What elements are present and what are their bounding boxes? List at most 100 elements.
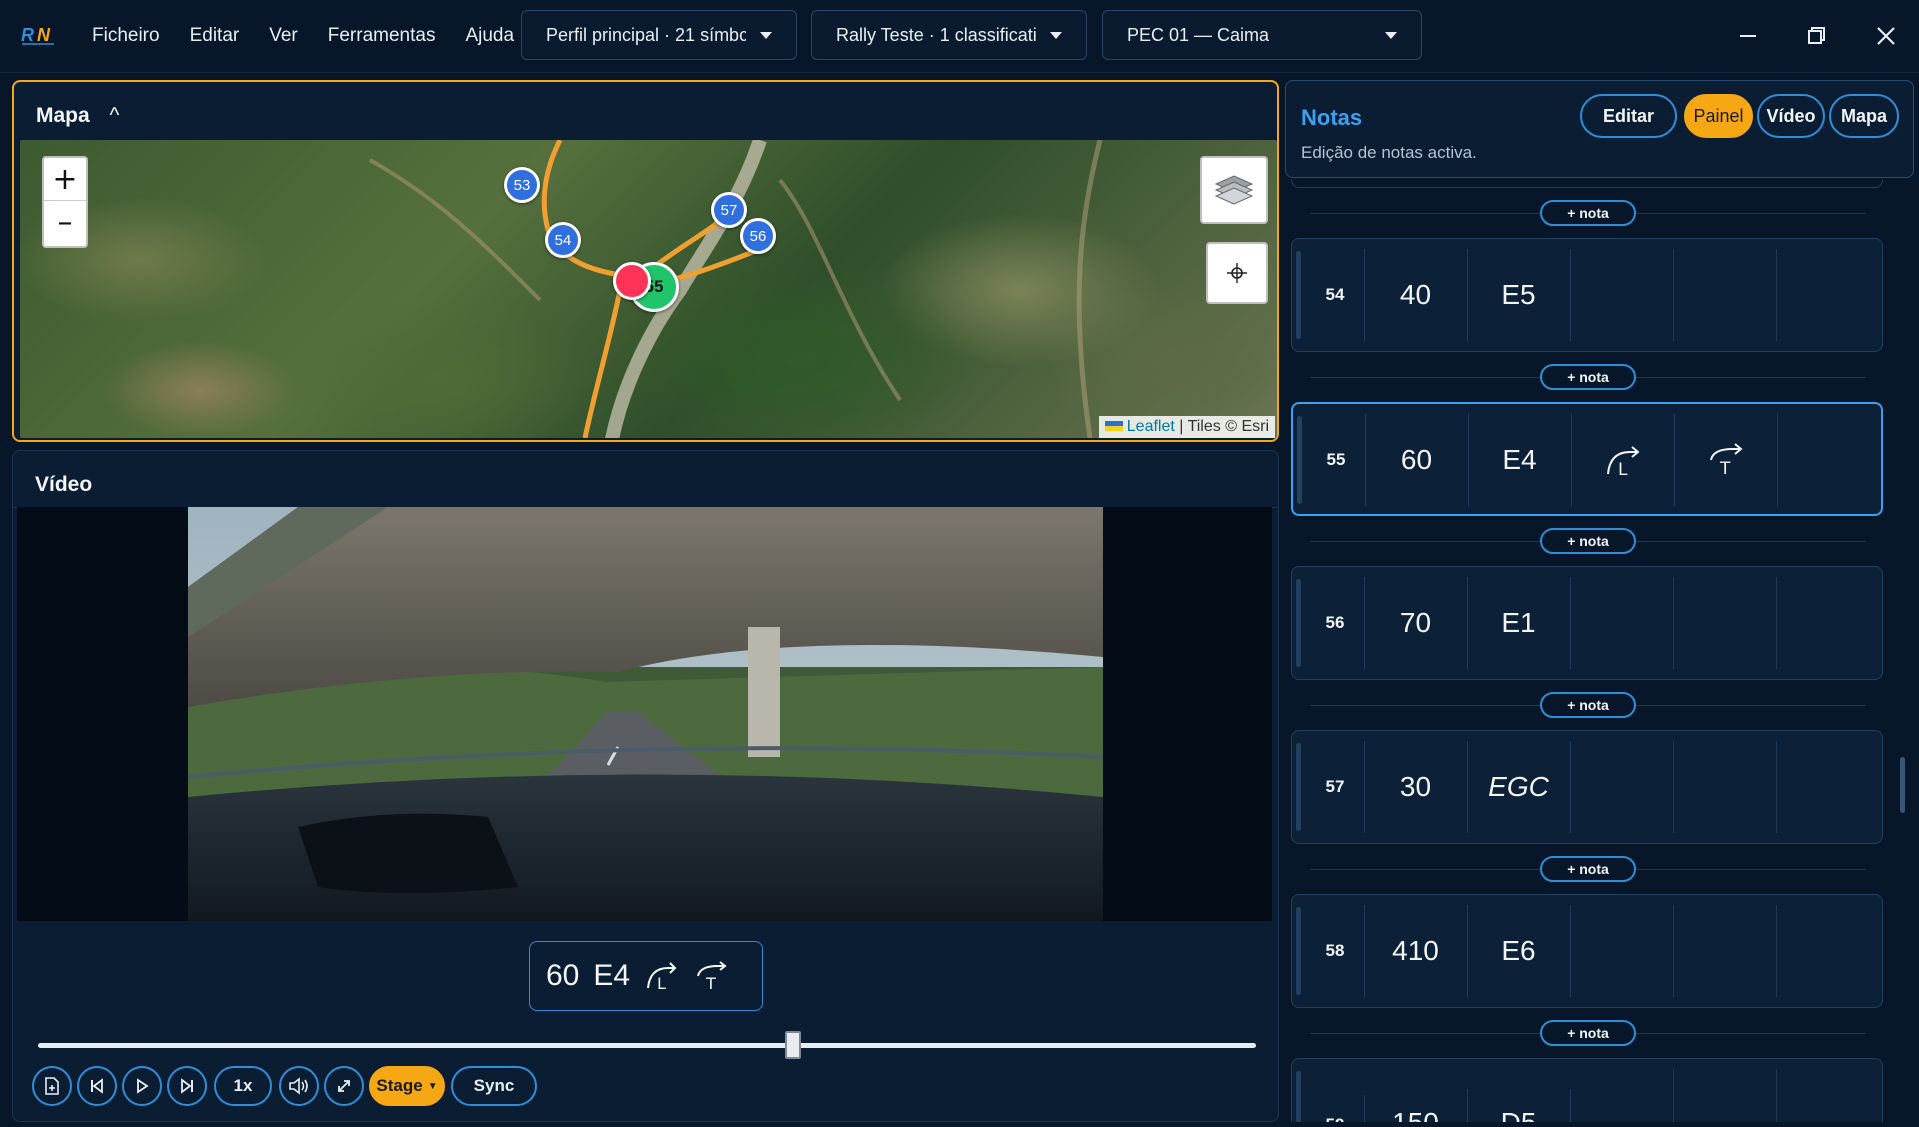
menu-ficheiro[interactable]: Ficheiro [92,25,160,47]
video-player[interactable] [17,507,1272,921]
drag-handle[interactable] [1296,907,1301,995]
layers-button[interactable] [1200,156,1268,224]
add-note-button[interactable]: + nota [1540,1020,1636,1046]
note-card-56[interactable]: 56 70 E1 [1291,566,1883,680]
file-add-icon [45,1077,59,1095]
map-marker-56[interactable]: 56 [740,218,776,254]
add-note-button[interactable]: + nota [1540,692,1636,718]
add-note-button[interactable]: + nota [1540,200,1636,226]
note-card-54[interactable]: 54 40 E5 [1291,238,1883,352]
previous-note-button[interactable] [77,1066,117,1106]
play-button[interactable] [122,1066,162,1106]
zoom-in-button[interactable]: + [44,158,86,201]
svg-text:L: L [657,974,666,992]
play-icon [137,1078,149,1094]
note-slot[interactable] [1776,905,1879,997]
close-icon[interactable] [1868,18,1904,54]
map-marker-54[interactable]: 54 [545,222,581,258]
note-slot[interactable] [1673,1069,1777,1122]
note-speed[interactable]: 30 [1364,741,1468,833]
add-note-button[interactable]: + nota [1540,364,1636,390]
note-speed[interactable]: 60 [1365,414,1469,506]
note-code[interactable]: E1 [1467,577,1571,669]
tab-editar[interactable]: Editar [1580,94,1677,138]
menu-editar[interactable]: Editar [190,25,240,47]
drag-handle[interactable] [1296,743,1301,831]
minimize-icon[interactable] [1730,18,1766,54]
fullscreen-button[interactable] [324,1066,364,1106]
map-marker-53[interactable]: 53 [504,167,540,203]
leaflet-link[interactable]: Leaflet [1127,418,1175,435]
restore-icon[interactable] [1798,18,1834,54]
note-slot[interactable] [1776,741,1879,833]
video-progress-knob[interactable] [785,1031,802,1059]
note-card-59[interactable]: 59 150 D5 [1291,1058,1883,1122]
tab-painel[interactable]: Painel [1684,94,1753,138]
note-slot[interactable] [1673,577,1777,669]
map-marker-57[interactable]: 57 [711,192,747,228]
menu-ferramentas[interactable]: Ferramentas [328,25,436,47]
video-progress-slider[interactable] [38,1031,1256,1059]
note-speed[interactable]: 70 [1364,577,1468,669]
zoom-out-button[interactable]: – [44,201,86,243]
chevron-down-icon [760,31,772,39]
map-title: Mapa ^ [36,104,119,128]
note-slot[interactable] [1570,577,1674,669]
note-slot[interactable] [1776,249,1879,341]
add-note-button[interactable]: + nota [1540,856,1636,882]
volume-button[interactable] [279,1066,319,1106]
locate-button[interactable] [1206,242,1268,304]
profile-select[interactable]: Perfil principal · 21 símbc [521,10,797,60]
map-attribution: Leaflet | Tiles © Esri [1098,416,1275,438]
note-speed[interactable]: 410 [1364,905,1468,997]
note-code[interactable]: E4 [1468,414,1572,506]
tab-mapa[interactable]: Mapa [1829,94,1899,138]
note-card-58[interactable]: 58 410 E6 [1291,894,1883,1008]
note-code[interactable]: D5 [1467,1089,1571,1122]
note-slot[interactable] [1673,741,1777,833]
playback-speed-button[interactable]: 1x [214,1066,272,1106]
video-title: Vídeo [35,473,93,496]
map-view[interactable]: + – 53 54 55 56 57 Leaflet | Tiles © Esr… [20,140,1277,438]
note-slot[interactable] [1776,1069,1879,1122]
note-slot[interactable]: T [1674,414,1778,506]
drag-handle[interactable] [1296,579,1301,667]
note-slot[interactable] [1570,249,1674,341]
previous-card-edge [1291,180,1883,188]
note-speed[interactable]: 40 [1364,249,1468,341]
note-speed[interactable]: 150 [1364,1089,1468,1122]
note-code[interactable]: EGC [1467,741,1571,833]
notes-scrollbar[interactable] [1900,757,1905,813]
note-slot[interactable] [1570,1069,1674,1122]
collapse-toggle[interactable]: ^ [110,104,120,127]
note-slot[interactable]: L [1571,414,1675,506]
chevron-down-icon: ▼ [427,1080,438,1092]
note-code[interactable]: E6 [1467,905,1571,997]
note-slot[interactable] [1777,414,1880,506]
note-slot[interactable] [1570,741,1674,833]
notes-subtitle: Edição de notas activa. [1301,143,1477,162]
expand-icon [338,1080,350,1092]
tab-video[interactable]: Vídeo [1757,94,1825,138]
menu-ver[interactable]: Ver [269,25,298,47]
stage-select[interactable]: PEC 01 — Caima [1102,10,1422,60]
note-slot[interactable] [1776,577,1879,669]
note-slot[interactable] [1673,249,1777,341]
stage-mode-button[interactable]: Stage ▼ [369,1066,445,1106]
menu-ajuda[interactable]: Ajuda [465,25,514,47]
drag-handle[interactable] [1297,416,1302,504]
next-note-button[interactable] [167,1066,207,1106]
map-panel: Mapa ^ + – 53 54 55 56 57 Leaflet | Tile… [12,80,1279,442]
add-note-button[interactable]: + nota [1540,528,1636,554]
sync-button[interactable]: Sync [451,1066,537,1106]
note-card-55[interactable]: 55 60 E4 L T [1291,402,1883,516]
drag-handle[interactable] [1296,1071,1301,1122]
note-slot[interactable] [1570,905,1674,997]
drag-handle[interactable] [1296,251,1301,339]
note-slot[interactable] [1673,905,1777,997]
note-card-57[interactable]: 57 30 EGC [1291,730,1883,844]
load-file-button[interactable] [32,1066,72,1106]
rally-select[interactable]: Rally Teste · 1 classificativ [811,10,1087,60]
note-code[interactable]: E5 [1467,249,1571,341]
svg-text:T: T [705,974,716,992]
